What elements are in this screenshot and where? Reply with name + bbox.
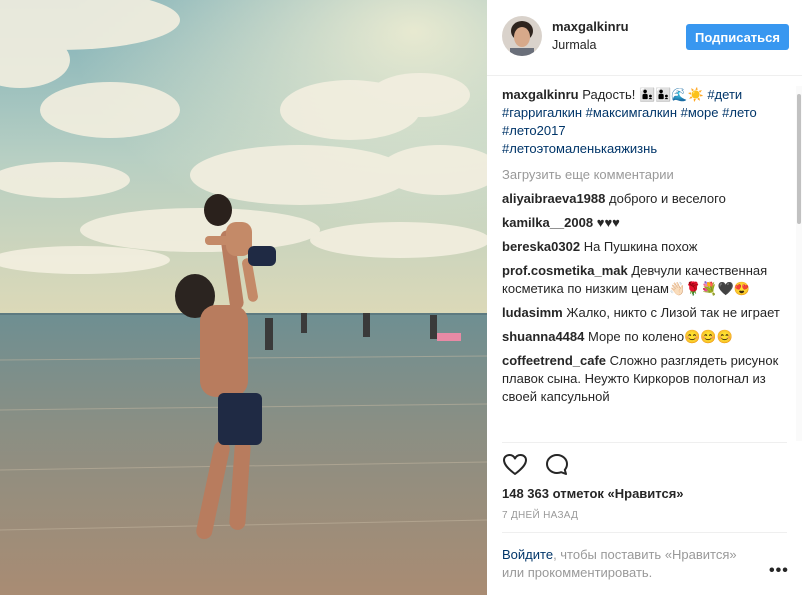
comment-username[interactable]: ludasimm [502, 305, 563, 320]
login-link[interactable]: Войдите [502, 547, 553, 562]
caption: maxgalkinru Радость! 👨‍👦👨‍👦🌊☀️ #дети #га… [502, 86, 782, 158]
comment-text: ♥♥♥ [596, 215, 620, 230]
comment: aliyaibraeva1988 доброго и веселого [502, 190, 782, 208]
divider [502, 442, 787, 443]
likes-count[interactable]: 148 363 отметок «Нравится» [502, 486, 684, 501]
hashtag[interactable]: #гарригалкин [502, 105, 582, 120]
login-prompt: Войдите, чтобы поставить «Нравится» или … [502, 546, 762, 582]
comments-list[interactable]: maxgalkinru Радость! 👨‍👦👨‍👦🌊☀️ #дети #га… [502, 86, 782, 441]
post-side-panel: maxgalkinru Jurmala Подписаться maxgalki… [487, 0, 802, 595]
comment: kamilka__2008 ♥♥♥ [502, 214, 782, 232]
hashtag[interactable]: #лето2017 [502, 123, 566, 138]
post-timestamp[interactable]: 7 ДНЕЙ НАЗАД [502, 510, 578, 521]
hashtag[interactable]: #море [681, 105, 719, 120]
header-location[interactable]: Jurmala [552, 38, 596, 52]
divider [502, 532, 787, 533]
comment-bubble-icon[interactable] [544, 452, 570, 478]
post-photo[interactable] [0, 0, 487, 595]
comment-text: На Пушкина похож [583, 239, 698, 254]
comment: ludasimm Жалко, никто с Лизой так не игр… [502, 304, 782, 322]
comment-username[interactable]: shuanna4484 [502, 329, 584, 344]
comment: shuanna4484 Море по колено😊😊😊 [502, 328, 782, 346]
comment: prof.cosmetika_mak Девчули качественная … [502, 262, 782, 298]
comment: coffeetrend_cafe Сложно разглядеть рисун… [502, 352, 782, 406]
comments-scrollbar[interactable] [796, 86, 802, 441]
comment-username[interactable]: bereska0302 [502, 239, 580, 254]
comment-text: Жалко, никто с Лизой так не играет [566, 305, 780, 320]
avatar[interactable] [502, 16, 542, 56]
caption-text: Радость! 👨‍👦👨‍👦🌊☀️ [582, 87, 704, 102]
load-more-comments[interactable]: Загрузить еще комментарии [502, 166, 782, 184]
post-header: maxgalkinru Jurmala Подписаться [487, 0, 802, 76]
comment-username[interactable]: aliyaibraeva1988 [502, 191, 605, 206]
header-username[interactable]: maxgalkinru [552, 19, 629, 34]
hashtag[interactable]: #максимгалкин [586, 105, 677, 120]
heart-icon[interactable] [502, 452, 528, 478]
hashtag[interactable]: #дети [707, 87, 742, 102]
more-options-icon[interactable]: ••• [769, 562, 789, 580]
comment: bereska0302 На Пушкина похож [502, 238, 782, 256]
comment-text: Море по колено😊😊😊 [588, 329, 733, 344]
comment-username[interactable]: kamilka__2008 [502, 215, 593, 230]
comment-username[interactable]: prof.cosmetika_mak [502, 263, 628, 278]
hashtag[interactable]: #летоэтомаленькаяжизнь [502, 141, 657, 156]
follow-button[interactable]: Подписаться [686, 24, 789, 50]
caption-username[interactable]: maxgalkinru [502, 87, 579, 102]
comment-text: доброго и веселого [609, 191, 726, 206]
scrollbar-thumb[interactable] [797, 94, 801, 224]
comment-username[interactable]: coffeetrend_cafe [502, 353, 606, 368]
action-bar [502, 452, 582, 478]
hashtag[interactable]: #лето [722, 105, 757, 120]
